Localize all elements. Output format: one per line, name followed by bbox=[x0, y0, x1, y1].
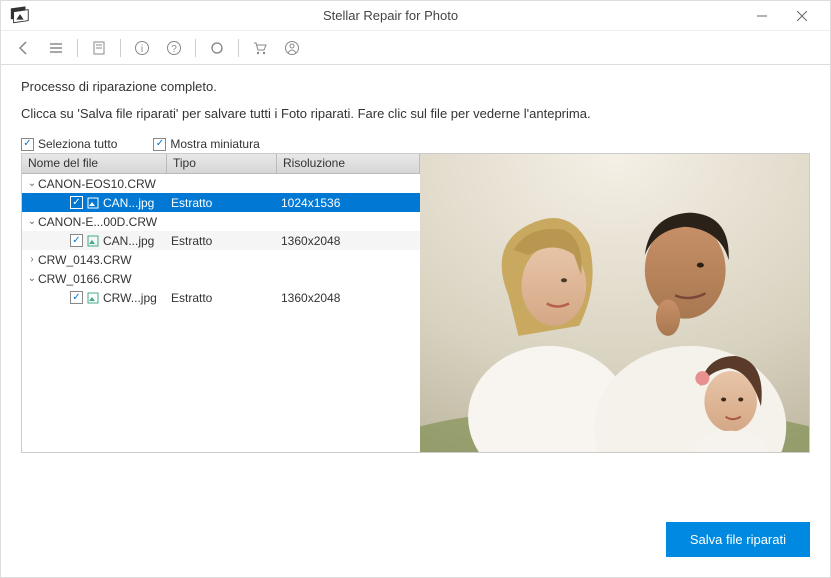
image-file-icon bbox=[86, 234, 100, 248]
chevron-down-icon[interactable]: ⌄ bbox=[26, 273, 38, 284]
menu-button[interactable] bbox=[43, 35, 69, 61]
file-resolution: 1024x1536 bbox=[281, 196, 420, 210]
file-type: Estratto bbox=[171, 234, 281, 248]
toolbar-separator bbox=[120, 39, 121, 57]
titlebar: Stellar Repair for Photo bbox=[1, 1, 830, 31]
column-header-resolution[interactable]: Risoluzione bbox=[277, 154, 420, 173]
table-row[interactable]: › CRW_0143.CRW bbox=[22, 250, 420, 269]
tree-header: Nome del file Tipo Risoluzione bbox=[22, 154, 420, 174]
checkbox-icon[interactable]: ✓ bbox=[70, 196, 83, 209]
file-tree-panel: Nome del file Tipo Risoluzione ⌄ CANON-E… bbox=[22, 154, 420, 452]
user-button[interactable] bbox=[279, 35, 305, 61]
toolbar-separator bbox=[77, 39, 78, 57]
main-panel: Nome del file Tipo Risoluzione ⌄ CANON-E… bbox=[21, 153, 810, 453]
table-row[interactable]: ⌄ CRW_0166.CRW bbox=[22, 269, 420, 288]
table-row[interactable]: ✓ CAN...jpg Estratto 1360x2048 bbox=[22, 231, 420, 250]
table-row[interactable]: ✓ CRW...jpg Estratto 1360x2048 bbox=[22, 288, 420, 307]
file-name: CAN...jpg bbox=[103, 234, 154, 248]
back-button[interactable] bbox=[11, 35, 37, 61]
checkbox-icon[interactable]: ✓ bbox=[70, 291, 83, 304]
group-label: CANON-EOS10.CRW bbox=[38, 177, 156, 191]
toolbar-separator bbox=[195, 39, 196, 57]
show-thumbnail-checkbox[interactable]: ✓ Mostra miniatura bbox=[153, 137, 259, 151]
file-type: Estratto bbox=[171, 291, 281, 305]
column-header-name[interactable]: Nome del file bbox=[22, 154, 167, 173]
preview-image bbox=[420, 154, 809, 452]
file-name: CRW...jpg bbox=[103, 291, 157, 305]
group-label: CRW_0166.CRW bbox=[38, 272, 132, 286]
save-files-button[interactable]: Salva file riparati bbox=[666, 522, 810, 557]
info-button[interactable]: i bbox=[129, 35, 155, 61]
footer: Salva file riparati bbox=[1, 490, 830, 577]
select-all-checkbox[interactable]: ✓ Seleziona tutto bbox=[21, 137, 117, 151]
chevron-down-icon[interactable]: ⌄ bbox=[26, 178, 38, 189]
app-window: Stellar Repair for Photo i ? Processo di… bbox=[0, 0, 831, 578]
log-button[interactable] bbox=[86, 35, 112, 61]
refresh-button[interactable] bbox=[204, 35, 230, 61]
toolbar-separator bbox=[238, 39, 239, 57]
checkbox-icon: ✓ bbox=[21, 138, 34, 151]
toolbar: i ? bbox=[1, 31, 830, 65]
show-thumb-label: Mostra miniatura bbox=[170, 137, 259, 151]
file-type: Estratto bbox=[171, 196, 281, 210]
group-label: CRW_0143.CRW bbox=[38, 253, 132, 267]
preview-panel[interactable] bbox=[420, 154, 809, 452]
svg-text:?: ? bbox=[171, 44, 177, 55]
table-row[interactable]: ⌄ CANON-EOS10.CRW bbox=[22, 174, 420, 193]
chevron-right-icon[interactable]: › bbox=[26, 254, 38, 265]
file-name: CAN...jpg bbox=[103, 196, 154, 210]
image-file-icon bbox=[86, 291, 100, 305]
close-button[interactable] bbox=[782, 2, 822, 30]
select-all-label: Seleziona tutto bbox=[38, 137, 117, 151]
image-file-icon bbox=[86, 196, 100, 210]
table-row[interactable]: ⌄ CANON-E...00D.CRW bbox=[22, 212, 420, 231]
cart-button[interactable] bbox=[247, 35, 273, 61]
help-button[interactable]: ? bbox=[161, 35, 187, 61]
options-row: ✓ Seleziona tutto ✓ Mostra miniatura bbox=[21, 137, 810, 151]
window-title: Stellar Repair for Photo bbox=[39, 8, 742, 23]
file-resolution: 1360x2048 bbox=[281, 234, 420, 248]
checkbox-icon[interactable]: ✓ bbox=[70, 234, 83, 247]
file-resolution: 1360x2048 bbox=[281, 291, 420, 305]
checkbox-icon: ✓ bbox=[153, 138, 166, 151]
content-area: Processo di riparazione completo. Clicca… bbox=[1, 65, 830, 490]
group-label: CANON-E...00D.CRW bbox=[38, 215, 157, 229]
minimize-button[interactable] bbox=[742, 2, 782, 30]
instruction-text: Clicca su 'Salva file riparati' per salv… bbox=[21, 106, 810, 121]
chevron-down-icon[interactable]: ⌄ bbox=[26, 216, 38, 227]
tree-body: ⌄ CANON-EOS10.CRW ✓ CAN...jpg Estratto bbox=[22, 174, 420, 452]
app-icon bbox=[9, 5, 31, 27]
table-row[interactable]: ✓ CAN...jpg Estratto 1024x1536 bbox=[22, 193, 420, 212]
column-header-type[interactable]: Tipo bbox=[167, 154, 277, 173]
svg-text:i: i bbox=[141, 44, 143, 55]
status-text: Processo di riparazione completo. bbox=[21, 79, 810, 94]
